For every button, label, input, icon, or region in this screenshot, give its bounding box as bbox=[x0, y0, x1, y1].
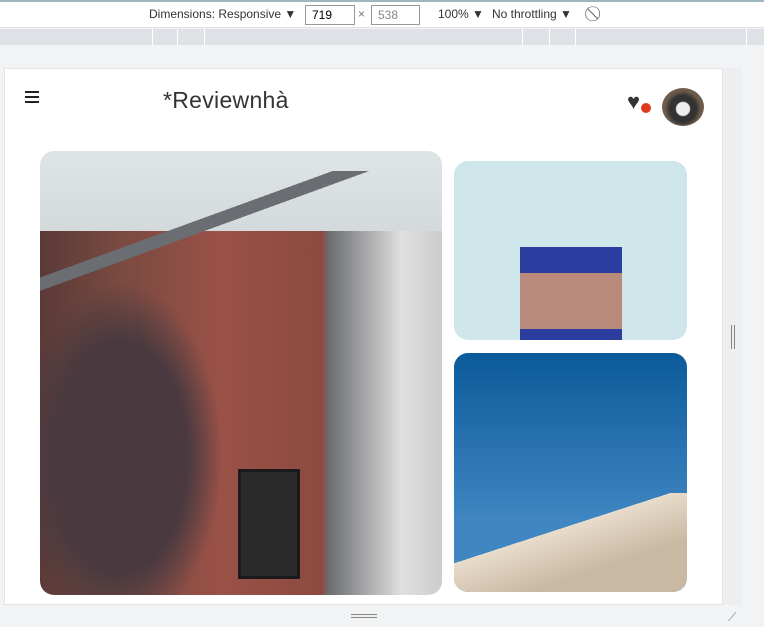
page-viewport: *Reviewnhà ♥ bbox=[4, 68, 723, 605]
throttling-dropdown[interactable]: No throttling ▼ bbox=[492, 7, 572, 21]
gallery-image-building[interactable] bbox=[454, 161, 687, 340]
gallery-image-apartments[interactable] bbox=[454, 353, 687, 592]
gallery-image-house[interactable] bbox=[40, 151, 442, 595]
width-input[interactable] bbox=[305, 5, 355, 25]
right-resize-handle[interactable] bbox=[731, 325, 735, 349]
device-toolbar: Dimensions: Responsive ▼ × 100% ▼ No thr… bbox=[0, 0, 764, 28]
zoom-dropdown[interactable]: 100% ▼ bbox=[438, 7, 484, 21]
dimensions-dropdown[interactable]: Dimensions: Responsive ▼ bbox=[149, 7, 296, 21]
heart-icon[interactable]: ♥ bbox=[627, 89, 640, 115]
avatar[interactable] bbox=[662, 88, 704, 126]
height-input[interactable] bbox=[371, 5, 420, 25]
site-logo[interactable]: *Reviewnhà bbox=[163, 87, 289, 114]
times-sign: × bbox=[358, 7, 366, 21]
notification-dot bbox=[641, 103, 651, 113]
corner-resize-handle[interactable]: ⟋ bbox=[728, 610, 736, 625]
media-query-ruler[interactable] bbox=[0, 29, 764, 45]
bottom-resize-handle[interactable] bbox=[351, 614, 377, 618]
hamburger-icon[interactable] bbox=[25, 91, 39, 106]
window bbox=[238, 469, 300, 579]
